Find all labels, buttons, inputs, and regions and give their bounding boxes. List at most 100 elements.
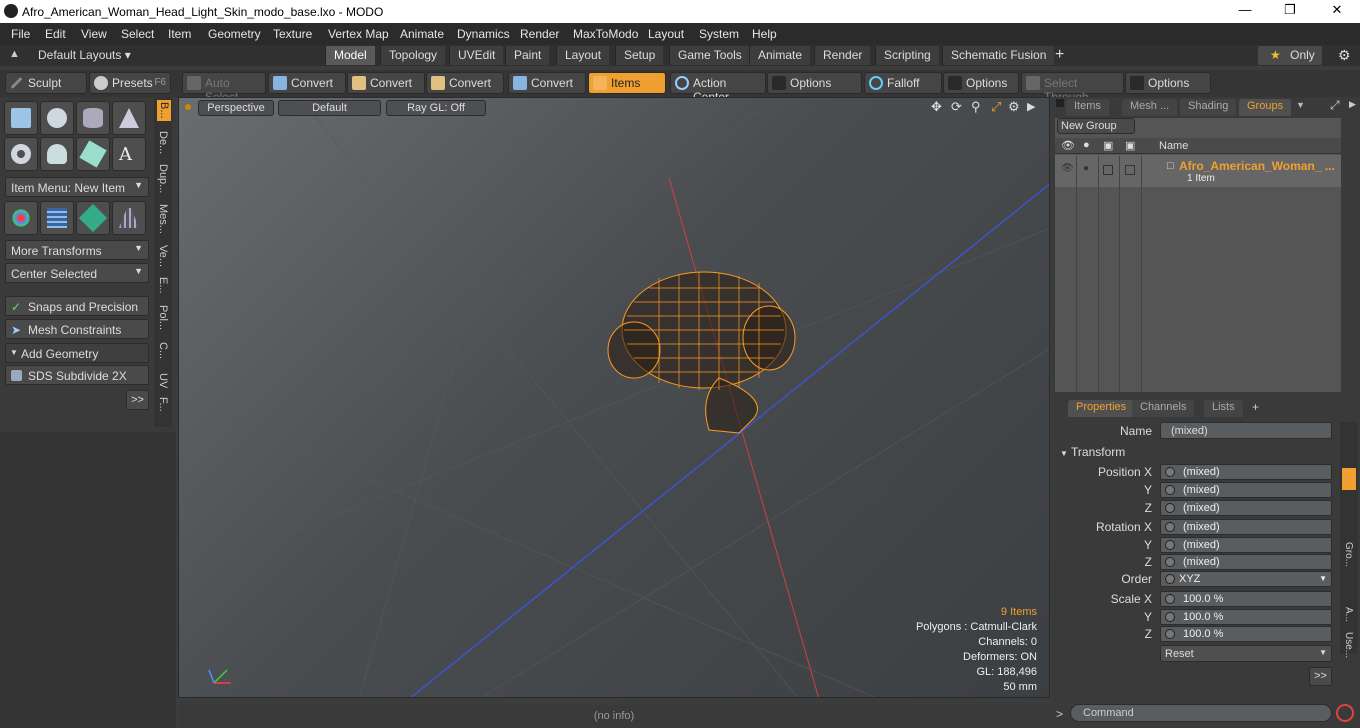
center-selected-dropdown[interactable]: Center Selected ▼ — [5, 263, 149, 283]
vtab-edge[interactable]: E... — [157, 277, 169, 294]
rotation-x-field[interactable]: (mixed) — [1160, 519, 1332, 535]
keyframe-dot[interactable] — [1165, 612, 1175, 622]
expand-icon[interactable]: ⤢ — [1330, 98, 1340, 113]
keyframe-dot[interactable] — [1165, 574, 1175, 584]
keyframe-dot[interactable] — [1165, 540, 1175, 550]
tab-animate[interactable]: Animate — [749, 46, 811, 65]
position-z-field[interactable]: (mixed) — [1160, 500, 1332, 516]
tab-shading[interactable]: Shading — [1180, 99, 1237, 116]
menu-help[interactable]: Help — [752, 27, 777, 41]
menu-geometry[interactable]: Geometry — [208, 27, 261, 41]
options-button-1[interactable]: Options — [767, 72, 862, 94]
raygl-toggle[interactable]: Ray GL: Off — [386, 100, 486, 116]
order-dropdown[interactable]: XYZ ▼ — [1160, 571, 1332, 587]
perspective-dropdown[interactable]: Perspective — [198, 100, 274, 116]
tab-paint[interactable]: Paint — [505, 46, 550, 65]
cube-tool[interactable] — [4, 101, 38, 135]
viewport-more-icon[interactable]: ▶ — [1027, 100, 1035, 113]
rotation-y-field[interactable]: (mixed) — [1160, 537, 1332, 553]
keyframe-dot[interactable] — [1165, 467, 1175, 477]
zoom-icon[interactable]: ⚲ — [971, 99, 981, 115]
menu-maxtomodo[interactable]: MaxToModo — [573, 27, 638, 41]
transform-tool[interactable] — [4, 201, 38, 235]
side-tab-groups[interactable]: Gro... — [1343, 542, 1354, 567]
menu-animate[interactable]: Animate — [400, 27, 444, 41]
items-button[interactable]: Items — [588, 72, 666, 94]
tab-schematic-fusion[interactable]: Schematic Fusion — [942, 46, 1055, 65]
position-x-field[interactable]: (mixed) — [1160, 464, 1332, 480]
vtab-duplicate[interactable]: Dup... — [157, 164, 169, 193]
tab-properties[interactable]: Properties — [1068, 400, 1135, 417]
transform-section[interactable]: ▼ Transform — [1060, 445, 1125, 459]
new-group-button[interactable]: New Group — [1057, 118, 1135, 134]
presets-button[interactable]: Presets F6 — [89, 72, 171, 94]
rotate-view-icon[interactable]: ⟳ — [951, 99, 962, 115]
default-shading-dropdown[interactable]: Default — [278, 100, 381, 116]
menu-file[interactable]: File — [11, 27, 30, 41]
menu-render[interactable]: Render — [520, 27, 559, 41]
more-properties-button[interactable]: >> — [1309, 667, 1332, 686]
menu-dynamics[interactable]: Dynamics — [457, 27, 510, 41]
side-tab-active[interactable] — [1342, 468, 1356, 490]
more-transforms-dropdown[interactable]: More Transforms ▼ — [5, 240, 149, 260]
side-tab-a[interactable]: A... — [1343, 607, 1354, 622]
viewport-options-dot[interactable] — [185, 104, 191, 110]
add-tab-icon[interactable]: + — [1252, 400, 1259, 414]
reset-dropdown[interactable]: Reset ▼ — [1160, 645, 1332, 662]
visibility-eye-icon[interactable]: 👁 — [1061, 163, 1074, 174]
tab-scripting[interactable]: Scripting — [875, 46, 939, 65]
add-tab-icon[interactable]: + — [1055, 46, 1064, 64]
falloff-button[interactable]: Falloff — [864, 72, 942, 94]
pen-tool[interactable] — [76, 137, 110, 171]
capsule-tool[interactable] — [40, 137, 74, 171]
panel-more-icon[interactable]: ▶ — [1349, 99, 1356, 110]
convert-button-3[interactable]: Convert — [426, 72, 504, 94]
record-icon[interactable] — [1336, 704, 1354, 722]
vtab-polygon[interactable]: Pol... — [157, 305, 169, 330]
cone-tool[interactable] — [112, 101, 146, 135]
side-tab-user[interactable]: Use... — [1343, 632, 1354, 658]
tab-topology[interactable]: Topology — [380, 46, 446, 65]
scale-x-field[interactable]: 100.0 % — [1160, 591, 1332, 607]
tab-render[interactable]: Render — [814, 46, 871, 65]
name-field[interactable]: (mixed) — [1160, 422, 1332, 439]
menu-system[interactable]: System — [699, 27, 739, 41]
rotation-z-field[interactable]: (mixed) — [1160, 554, 1332, 570]
convert-button-2[interactable]: Convert — [347, 72, 425, 94]
action-center-button[interactable]: Action Center — [670, 72, 766, 104]
tab-groups[interactable]: Groups — [1239, 99, 1292, 116]
position-y-field[interactable]: (mixed) — [1160, 482, 1332, 498]
viewport-settings-icon[interactable]: ⚙ — [1008, 99, 1020, 115]
gear-icon[interactable]: ⚙ — [1338, 47, 1351, 64]
add-geometry-section[interactable]: ▼ Add Geometry — [5, 343, 149, 363]
keyframe-dot[interactable] — [1165, 629, 1175, 639]
keyframe-dot[interactable] — [1165, 594, 1175, 604]
default-layouts-dropdown[interactable]: Default Layouts ▾ — [38, 48, 131, 62]
select-checkbox[interactable] — [1125, 165, 1135, 175]
vtab-vertex[interactable]: Ve... — [157, 245, 169, 267]
snaps-precision-button[interactable]: ✓ Snaps and Precision — [5, 296, 149, 316]
sculpt-button[interactable]: Sculpt — [5, 72, 87, 94]
menu-layout[interactable]: Layout — [648, 27, 684, 41]
3d-viewport[interactable]: Perspective Default Ray GL: Off ✥ ⟳ ⚲ ⤢ … — [178, 97, 1050, 698]
layout-collapse-icon[interactable]: ▲ — [9, 48, 20, 60]
render-icon[interactable]: ● — [1083, 139, 1090, 151]
visibility-eye-icon[interactable]: 👁 — [1061, 139, 1075, 152]
more-tools-button[interactable]: >> — [126, 390, 149, 410]
select-icon[interactable]: ▣ — [1125, 139, 1135, 152]
menu-edit[interactable]: Edit — [45, 27, 66, 41]
tab-model[interactable]: Model — [325, 46, 375, 65]
keyframe-dot[interactable] — [1165, 503, 1175, 513]
vtab-curve[interactable]: C... — [157, 342, 169, 359]
tab-lists[interactable]: Lists — [1204, 400, 1243, 417]
scale-z-field[interactable]: 100.0 % — [1160, 626, 1332, 642]
maximize-button[interactable]: ❐ — [1275, 2, 1305, 20]
grid-tool[interactable] — [40, 201, 74, 235]
menu-vertex-map[interactable]: Vertex Map — [328, 27, 389, 41]
lock-checkbox[interactable] — [1103, 165, 1113, 175]
text-tool[interactable]: A — [112, 137, 146, 171]
move-view-icon[interactable]: ✥ — [931, 99, 942, 115]
minimize-button[interactable]: — — [1230, 2, 1260, 20]
command-input[interactable]: Command — [1070, 704, 1332, 722]
menu-texture[interactable]: Texture — [273, 27, 312, 41]
